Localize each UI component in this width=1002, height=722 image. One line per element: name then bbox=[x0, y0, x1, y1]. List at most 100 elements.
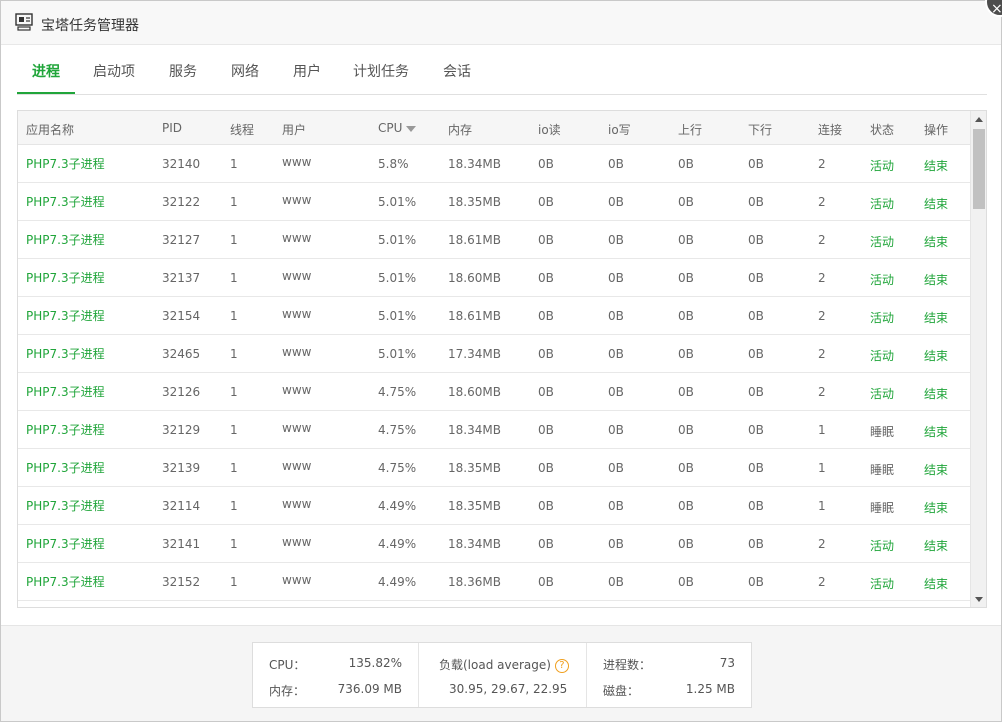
table-row[interactable]: PHP7.3子进程 32152 1 www 4.49% 18.36MB 0B 0B 0B 0B 2 活… bbox=[18, 563, 970, 601]
upload-cell: 0B bbox=[678, 195, 694, 209]
threads-cell: 1 bbox=[230, 233, 238, 247]
download-cell: 0B bbox=[748, 271, 764, 285]
process-name-link[interactable]: PHP7.3子进程 bbox=[26, 421, 105, 438]
threads-cell: 1 bbox=[230, 157, 238, 171]
disk-label: 磁盘： bbox=[603, 684, 640, 698]
process-name-link[interactable]: PHP7.3子进程 bbox=[26, 573, 105, 590]
process-name-link[interactable]: PHP7.3子进程 bbox=[26, 497, 105, 514]
table-row[interactable]: PHP7.3子进程 32127 1 www 5.01% 18.61MB 0B 0B 0B 0B 2 活… bbox=[18, 221, 970, 259]
connections-cell: 2 bbox=[818, 233, 826, 247]
table-row[interactable]: PHP7.3子进程 32139 1 www 4.75% 18.35MB 0B 0B 0B 0B 1 睡… bbox=[18, 449, 970, 487]
load-label: 负载(load average)? bbox=[439, 656, 569, 673]
column-header-upload[interactable]: 上行 bbox=[678, 121, 702, 138]
process-name-link[interactable]: PHP7.3子进程 bbox=[26, 155, 105, 172]
process-name-link[interactable]: PHP7.3子进程 bbox=[26, 383, 105, 400]
process-name-link[interactable]: PHP7.3子进程 bbox=[26, 307, 105, 324]
table-row[interactable]: PHP7.3子进程 32140 1 www 5.8% 18.34MB 0B 0B 0B 0B 2 活动… bbox=[18, 145, 970, 183]
help-icon[interactable]: ? bbox=[554, 658, 569, 673]
process-name-link[interactable]: PHP7.3子进程 bbox=[26, 193, 105, 210]
end-process-button[interactable]: 结束 bbox=[924, 499, 948, 516]
table-scrollbar[interactable] bbox=[970, 111, 986, 607]
pid-cell: 32465 bbox=[162, 347, 201, 361]
table-row[interactable]: PHP7.3子进程 32114 1 www 4.49% 18.35MB 0B 0B 0B 0B 1 睡… bbox=[18, 487, 970, 525]
window-title: 宝塔任务管理器 bbox=[41, 18, 139, 34]
end-process-button[interactable]: 结束 bbox=[924, 309, 948, 326]
column-header-cpu-label: CPU bbox=[378, 121, 403, 135]
table-row[interactable]: PHP7.3子进程 32141 1 www 4.49% 18.34MB 0B 0B 0B 0B 2 活… bbox=[18, 525, 970, 563]
column-header-connections[interactable]: 连接 bbox=[818, 121, 842, 138]
table-row[interactable]: PHP7.3子进程 32126 1 www 4.75% 18.60MB 0B 0B 0B 0B 2 活… bbox=[18, 373, 970, 411]
scroll-thumb[interactable] bbox=[973, 129, 985, 209]
scroll-down-arrow-icon[interactable] bbox=[975, 597, 983, 602]
end-process-button[interactable]: 结束 bbox=[924, 537, 948, 554]
io-write-cell: 0B bbox=[608, 195, 624, 209]
end-process-button[interactable]: 结束 bbox=[924, 423, 948, 440]
column-header-pid[interactable]: PID bbox=[162, 121, 182, 135]
cpu-cell: 4.49% bbox=[378, 537, 417, 551]
io-write-cell: 0B bbox=[608, 157, 624, 171]
process-name-link[interactable]: PHP7.3子进程 bbox=[26, 269, 105, 286]
summary-processes-disk: 进程数： 73 磁盘： 1.25 MB bbox=[586, 643, 751, 707]
download-cell: 0B bbox=[748, 385, 764, 399]
process-name-link[interactable]: PHP7.3子进程 bbox=[26, 345, 105, 362]
task-manager-window: 宝塔任务管理器 × 进程 启动项 服务 网络 用户 计划任务 会话 应用名称 P… bbox=[0, 0, 1002, 722]
process-count-label: 进程数： bbox=[603, 658, 652, 672]
column-header-cpu[interactable]: CPU bbox=[378, 121, 417, 135]
process-name-link[interactable]: PHP7.3子进程 bbox=[26, 535, 105, 552]
table-row[interactable]: PHP7.3子进程 32129 1 www 4.75% 18.34MB 0B 0B 0B 0B 1 睡… bbox=[18, 411, 970, 449]
user-cell: www bbox=[282, 497, 312, 511]
column-header-download[interactable]: 下行 bbox=[748, 121, 772, 138]
tab-scheduled-tasks[interactable]: 计划任务 bbox=[351, 61, 411, 94]
column-header-io-read[interactable]: io读 bbox=[538, 121, 561, 138]
status-cell: 活动 bbox=[870, 273, 895, 287]
process-name-link[interactable]: PHP7.3子进程 bbox=[26, 231, 105, 248]
process-name-link[interactable]: PHP7.3子进程 bbox=[26, 459, 105, 476]
status-cell: 活动 bbox=[870, 197, 895, 211]
end-process-button[interactable]: 结束 bbox=[924, 195, 948, 212]
title-bar: 宝塔任务管理器 bbox=[1, 1, 1001, 45]
io-read-cell: 0B bbox=[538, 233, 554, 247]
cpu-cell: 5.01% bbox=[378, 233, 417, 247]
status-cell: 睡眠 bbox=[870, 425, 895, 439]
process-table: 应用名称 PID 线程 用户 CPU 内存 io读 io写 上行 下行 连接 状… bbox=[17, 110, 987, 608]
tab-startup[interactable]: 启动项 bbox=[87, 61, 141, 94]
tab-processes[interactable]: 进程 bbox=[17, 61, 75, 94]
download-cell: 0B bbox=[748, 157, 764, 171]
table-row[interactable]: PHP7.3子进程 32465 1 www 5.01% 17.34MB 0B 0B 0B 0B 2 活… bbox=[18, 335, 970, 373]
table-row[interactable]: PHP7.3子进程 32137 1 www 5.01% 18.60MB 0B 0B 0B 0B 2 活… bbox=[18, 259, 970, 297]
end-process-button[interactable]: 结束 bbox=[924, 157, 948, 174]
end-process-button[interactable]: 结束 bbox=[924, 461, 948, 478]
connections-cell: 1 bbox=[818, 423, 826, 437]
table-row[interactable]: PHP7.3子进程 32122 1 www 5.01% 18.35MB 0B 0B 0B 0B 2 活… bbox=[18, 183, 970, 221]
column-header-status[interactable]: 状态 bbox=[870, 121, 894, 138]
end-process-button[interactable]: 结束 bbox=[924, 385, 948, 402]
connections-cell: 1 bbox=[818, 499, 826, 513]
user-cell: www bbox=[282, 155, 312, 169]
column-header-io-write[interactable]: io写 bbox=[608, 121, 631, 138]
end-process-button[interactable]: 结束 bbox=[924, 347, 948, 364]
io-read-cell: 0B bbox=[538, 499, 554, 513]
memory-cell: 18.60MB bbox=[448, 271, 501, 285]
monitor-icon bbox=[15, 13, 33, 31]
tab-users[interactable]: 用户 bbox=[287, 61, 327, 94]
end-process-button[interactable]: 结束 bbox=[924, 575, 948, 592]
load-value: 30.95, 29.67, 22.95 bbox=[449, 682, 568, 696]
tab-services[interactable]: 服务 bbox=[163, 61, 203, 94]
column-header-name[interactable]: 应用名称 bbox=[26, 121, 74, 138]
user-cell: www bbox=[282, 573, 312, 587]
io-write-cell: 0B bbox=[608, 233, 624, 247]
cpu-cell: 4.49% bbox=[378, 575, 417, 589]
tab-network[interactable]: 网络 bbox=[225, 61, 265, 94]
column-header-memory[interactable]: 内存 bbox=[448, 121, 472, 138]
column-header-threads[interactable]: 线程 bbox=[230, 121, 254, 138]
upload-cell: 0B bbox=[678, 499, 694, 513]
end-process-button[interactable]: 结束 bbox=[924, 233, 948, 250]
table-row[interactable]: PHP7.3子进程 32154 1 www 5.01% 18.61MB 0B 0B 0B 0B 2 活… bbox=[18, 297, 970, 335]
status-cell: 活动 bbox=[870, 311, 895, 325]
tab-sessions[interactable]: 会话 bbox=[437, 61, 477, 94]
column-header-user[interactable]: 用户 bbox=[282, 121, 306, 138]
cpu-cell: 5.8% bbox=[378, 157, 409, 171]
end-process-button[interactable]: 结束 bbox=[924, 271, 948, 288]
upload-cell: 0B bbox=[678, 157, 694, 171]
scroll-up-arrow-icon[interactable] bbox=[975, 117, 983, 122]
